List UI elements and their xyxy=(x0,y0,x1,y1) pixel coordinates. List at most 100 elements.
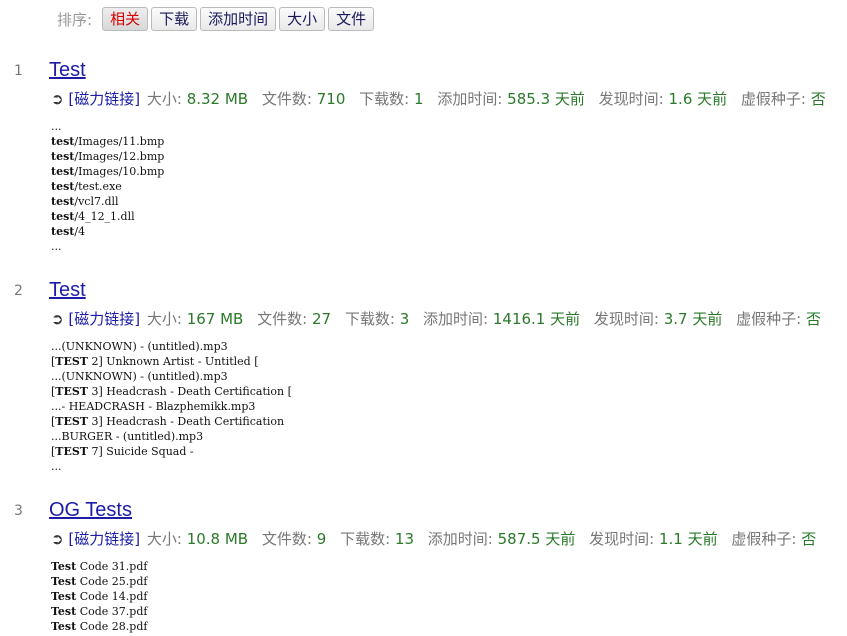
file-list-item: ...(UNKNOWN) - (untitled).mp3 xyxy=(51,370,228,383)
size-value: 167 MB xyxy=(186,310,244,328)
sort-downloads-button[interactable]: 下载 xyxy=(151,7,198,31)
downloads-value: 1 xyxy=(414,90,424,108)
file-list-item: Test Code 25.pdf xyxy=(51,575,148,588)
file-list-item: test/Images/12.bmp xyxy=(51,150,165,163)
file-list-item: Test Code 37.pdf xyxy=(51,605,148,618)
added-value: 1416.1 天前 xyxy=(492,310,581,328)
sort-relevance-button[interactable]: 相关 xyxy=(102,7,149,31)
size-value: 10.8 MB xyxy=(186,530,249,548)
added-label: 添加时间: xyxy=(437,90,503,108)
downloads-value: 13 xyxy=(394,530,414,548)
highlight-term: Test xyxy=(51,590,77,603)
found-label: 发现时间: xyxy=(593,310,659,328)
file-list-item: ... xyxy=(51,460,62,473)
files-label: 文件数: xyxy=(261,530,312,548)
highlight-term: test xyxy=(51,165,75,178)
highlight-term: test xyxy=(51,180,75,193)
file-list-item: ... xyxy=(51,240,62,253)
highlight-term: test xyxy=(51,150,75,163)
magnet-arrow-icon: ➲ xyxy=(51,310,64,328)
highlight-term: Test xyxy=(51,560,77,573)
sort-added-time-button[interactable]: 添加时间 xyxy=(200,7,277,31)
result-title-link[interactable]: OG Tests xyxy=(49,499,132,522)
files-value: 710 xyxy=(316,90,346,108)
highlight-term: Test xyxy=(51,620,77,633)
highlight-term: Test xyxy=(51,575,77,588)
result-title-link[interactable]: Test xyxy=(49,279,86,302)
highlight-term: TEST xyxy=(55,415,88,428)
highlight-term: test xyxy=(51,195,75,208)
result-title-link[interactable]: Test xyxy=(49,59,86,82)
file-list-item: test/test.exe xyxy=(51,180,122,193)
file-list-item: ...(UNKNOWN) - (untitled).mp3 xyxy=(51,340,228,353)
size-label: 大小: xyxy=(146,310,182,328)
sort-label: 排序: xyxy=(57,10,93,29)
file-list-item: test/4 xyxy=(51,225,86,238)
fake-label: 虚假种子: xyxy=(731,530,797,548)
added-label: 添加时间: xyxy=(423,310,489,328)
found-value: 1.6 天前 xyxy=(668,90,728,108)
downloads-label: 下载数: xyxy=(340,530,391,548)
highlight-term: test xyxy=(51,135,75,148)
highlight-term: test xyxy=(51,225,75,238)
found-label: 发现时间: xyxy=(598,90,664,108)
added-value: 587.5 天前 xyxy=(497,530,576,548)
file-list: ...(UNKNOWN) - (untitled).mp3 [TEST 2] Un… xyxy=(51,339,292,474)
files-label: 文件数: xyxy=(261,90,312,108)
file-list-item: test/Images/10.bmp xyxy=(51,165,165,178)
result-index: 1 xyxy=(14,63,23,79)
result-meta: ➲ [磁力链接] 大小: 167 MB 文件数: 27 下载数: 3 添加时间:… xyxy=(51,308,821,329)
found-value: 3.7 天前 xyxy=(663,310,723,328)
file-list-item: [TEST 3] Headcrash - Death Certification… xyxy=(51,385,292,398)
highlight-term: Test xyxy=(51,605,77,618)
magnet-arrow-icon: ➲ xyxy=(51,90,64,108)
sort-files-button[interactable]: 文件 xyxy=(328,7,375,31)
highlight-term: TEST xyxy=(55,385,88,398)
result-index: 2 xyxy=(14,283,23,299)
file-list-item: test/vcl7.dll xyxy=(51,195,119,208)
magnet-arrow-icon: ➲ xyxy=(51,530,64,548)
file-list-item: Test Code 28.pdf xyxy=(51,620,148,633)
result-meta: ➲ [磁力链接] 大小: 8.32 MB 文件数: 710 下载数: 1 添加时… xyxy=(51,88,826,109)
added-label: 添加时间: xyxy=(427,530,493,548)
file-list-item: ... xyxy=(51,120,62,133)
highlight-term: TEST xyxy=(55,445,88,458)
result-index: 3 xyxy=(14,503,23,519)
highlight-term: TEST xyxy=(55,355,88,368)
file-list-item: Test Code 31.pdf xyxy=(51,560,148,573)
file-list-item: [TEST 7] Suicide Squad - xyxy=(51,445,194,458)
size-label: 大小: xyxy=(146,90,182,108)
fake-label: 虚假种子: xyxy=(736,310,802,328)
found-value: 1.1 天前 xyxy=(658,530,718,548)
sort-size-button[interactable]: 大小 xyxy=(279,7,326,31)
magnet-link[interactable]: [磁力链接] xyxy=(68,310,140,328)
added-value: 585.3 天前 xyxy=(507,90,585,108)
highlight-term: test xyxy=(51,210,75,223)
magnet-link[interactable]: [磁力链接] xyxy=(68,530,140,548)
file-list-item: [TEST 3] Headcrash - Death Certification xyxy=(51,415,285,428)
fake-value: 否 xyxy=(801,530,817,548)
fake-value: 否 xyxy=(810,90,826,108)
file-list-item: Test Code 14.pdf xyxy=(51,590,148,603)
file-list-item: test/Images/11.bmp xyxy=(51,135,165,148)
result-meta: ➲ [磁力链接] 大小: 10.8 MB 文件数: 9 下载数: 13 添加时间… xyxy=(51,528,816,549)
file-list-item: ...BURGER - (untitled).mp3 xyxy=(51,430,204,443)
file-list: ... test/Images/11.bmp test/Images/12.bmp t… xyxy=(51,119,164,254)
file-list-item: test/4_12_1.dll xyxy=(51,210,135,223)
fake-value: 否 xyxy=(806,310,822,328)
files-value: 9 xyxy=(316,530,327,548)
downloads-value: 3 xyxy=(399,310,410,328)
sort-bar: 排序: 相关 下载 添加时间 大小 文件 xyxy=(57,6,377,32)
files-label: 文件数: xyxy=(257,310,308,328)
file-list-item: [TEST 2] Unknown Artist - Untitled [ xyxy=(51,355,259,368)
found-label: 发现时间: xyxy=(589,530,655,548)
files-value: 27 xyxy=(311,310,332,328)
file-list-item: ...- HEADCRASH - Blazphemikk.mp3 xyxy=(51,400,256,413)
downloads-label: 下载数: xyxy=(344,310,395,328)
downloads-label: 下载数: xyxy=(359,90,410,108)
file-list: Test Code 31.pdf Test Code 25.pdf Test Cod… xyxy=(51,559,147,634)
magnet-link[interactable]: [磁力链接] xyxy=(68,90,140,108)
size-value: 8.32 MB xyxy=(186,90,249,108)
size-label: 大小: xyxy=(146,530,182,548)
fake-label: 虚假种子: xyxy=(740,90,806,108)
